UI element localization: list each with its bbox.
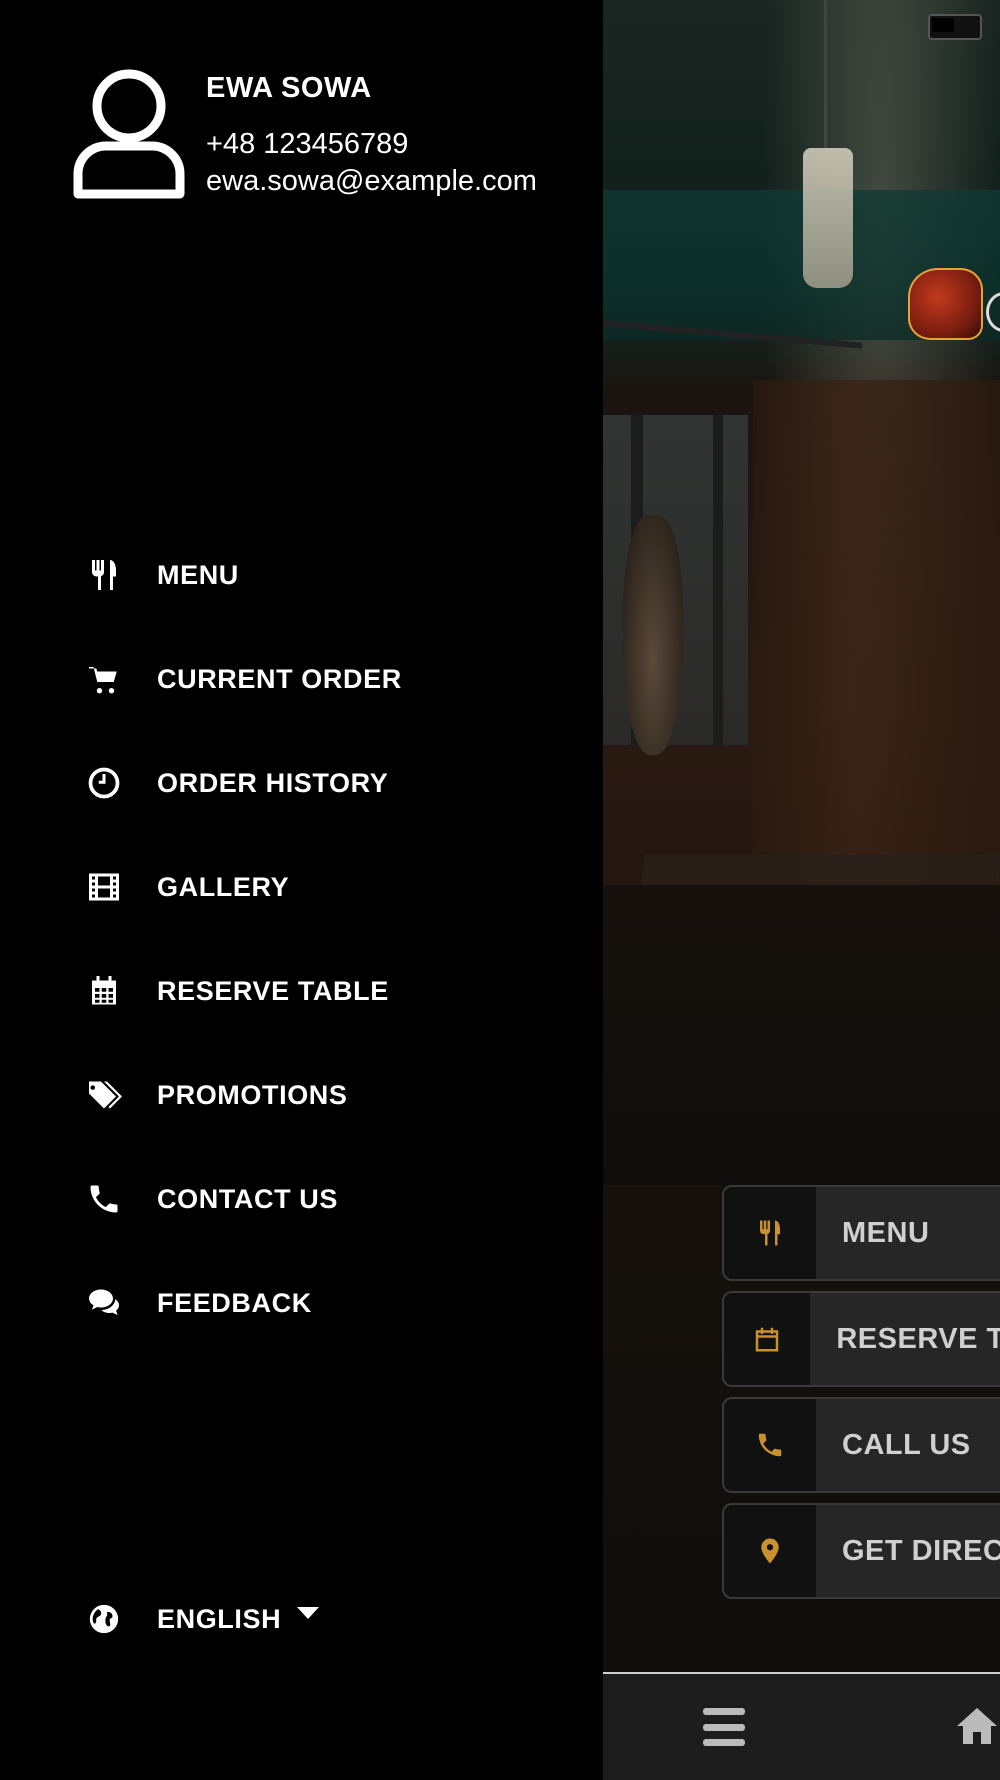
table: [640, 855, 1000, 885]
quick-action-label: GET DIRECT: [842, 1534, 1000, 1567]
nav-item-menu[interactable]: MENU: [80, 540, 560, 610]
tags-icon: [80, 1071, 128, 1119]
phone-icon: [80, 1175, 128, 1223]
quick-action-menu-button[interactable]: MENU: [722, 1185, 1000, 1281]
wood-panel: [753, 380, 1000, 900]
quick-action-label: CALL US: [842, 1428, 971, 1461]
film-icon: [80, 863, 128, 911]
nav-item-label: GALLERY: [157, 871, 290, 902]
hamburger-menu-icon[interactable]: [703, 1708, 745, 1746]
nav-item-label: FEEDBACK: [157, 1287, 312, 1318]
pendant-lamp: [803, 148, 853, 288]
elephant-logo-icon: [908, 268, 983, 340]
chevron-down-icon: [297, 1607, 320, 1619]
quick-action-reserve-button[interactable]: RESERVE TA: [722, 1291, 1000, 1387]
nav-item-gallery[interactable]: GALLERY: [80, 852, 560, 922]
nav-item-label: CONTACT US: [157, 1183, 338, 1214]
comments-icon: [80, 1279, 128, 1327]
vase: [623, 515, 683, 755]
nav-item-label: MENU: [157, 559, 239, 590]
nav-item-promotions[interactable]: PROMOTIONS: [80, 1060, 560, 1130]
nav-item-order-history[interactable]: ORDER HISTORY: [80, 748, 560, 818]
profile-name: EWA SOWA: [206, 72, 372, 104]
language-selector[interactable]: ENGLISH: [80, 1595, 320, 1643]
clock-icon: [80, 759, 128, 807]
quick-action-label: RESERVE TA: [836, 1322, 1000, 1355]
nav-item-current-order[interactable]: CURRENT ORDER: [80, 644, 560, 714]
user-avatar-icon: [73, 69, 185, 199]
quick-action-call-button[interactable]: CALL US: [722, 1397, 1000, 1493]
profile-email: ewa.sowa@example.com: [206, 165, 537, 197]
nav-item-label: PROMOTIONS: [157, 1079, 348, 1110]
calendar-icon: [80, 967, 128, 1015]
calendar-icon: [724, 1293, 811, 1385]
phone-icon: [724, 1399, 816, 1491]
quick-action-label: MENU: [842, 1216, 930, 1249]
map-pin-icon: [724, 1505, 816, 1597]
window-frame: [713, 415, 723, 745]
utensils-icon: [80, 551, 128, 599]
cart-icon: [80, 655, 128, 703]
nav-item-contact-us[interactable]: CONTACT US: [80, 1164, 560, 1234]
battery-icon: [928, 14, 982, 40]
floor-shadow: [603, 885, 1000, 1185]
navigation-drawer: EWA SOWA +48 123456789 ewa.sowa@example.…: [0, 0, 603, 1778]
language-label: ENGLISH: [157, 1603, 282, 1634]
nav-item-label: ORDER HISTORY: [157, 767, 389, 798]
quick-action-directions-button[interactable]: GET DIRECT: [722, 1503, 1000, 1599]
nav-item-label: CURRENT ORDER: [157, 663, 402, 694]
nav-item-feedback[interactable]: FEEDBACK: [80, 1268, 560, 1338]
profile-phone: +48 123456789: [206, 128, 409, 160]
utensils-icon: [724, 1187, 816, 1279]
globe-icon: [80, 1595, 128, 1643]
home-icon[interactable]: [953, 1700, 1000, 1752]
bottom-navigation-bar: [603, 1672, 1000, 1780]
lamp-cord: [824, 0, 827, 150]
nav-item-reserve-table[interactable]: RESERVE TABLE: [80, 956, 560, 1026]
nav-item-label: RESERVE TABLE: [157, 975, 389, 1006]
